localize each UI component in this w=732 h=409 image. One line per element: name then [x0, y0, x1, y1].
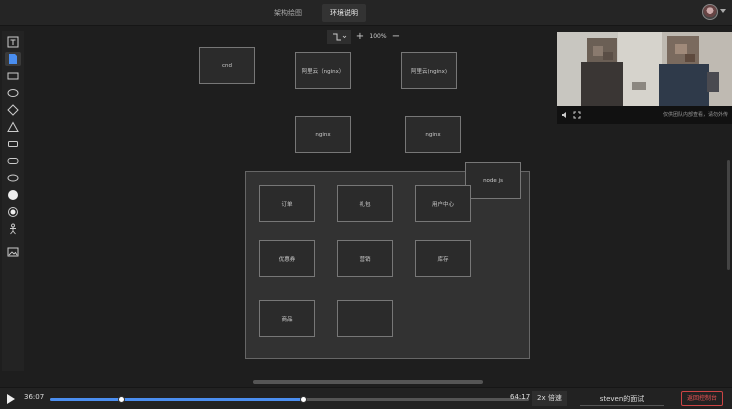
- text-tool[interactable]: [5, 35, 21, 49]
- node-aliyun-nginx-2[interactable]: 阿里云(nginx): [401, 52, 457, 89]
- webcam-feed: [557, 32, 732, 106]
- stick-figure-icon: [10, 223, 16, 235]
- tab-environment[interactable]: 环境说明: [322, 4, 366, 22]
- rectangle-tool[interactable]: [5, 69, 21, 83]
- progress-fill: [50, 398, 304, 401]
- node-nginx-1[interactable]: nginx: [295, 116, 351, 153]
- fullscreen-icon[interactable]: [573, 111, 581, 119]
- progress-track[interactable]: [50, 396, 529, 403]
- ellipse-tool[interactable]: [5, 86, 21, 100]
- node-inventory[interactable]: 库存: [415, 240, 471, 277]
- node-nodejs[interactable]: node js: [465, 162, 521, 199]
- image-icon: [7, 247, 19, 257]
- video-panel[interactable]: 仅供团队内部查看，请勿外传: [557, 32, 732, 124]
- node-aliyun-nginx-1[interactable]: 阿里云（nginx）: [295, 52, 351, 89]
- node-user-center[interactable]: 用户中心: [415, 185, 471, 222]
- top-bar: 架构绘图 环境说明: [0, 0, 732, 26]
- text-icon: [7, 36, 19, 48]
- return-console-button[interactable]: 返回控制台: [681, 391, 723, 406]
- page-icon: [9, 54, 17, 64]
- triangle-icon: [7, 121, 19, 132]
- vertical-scrollbar[interactable]: [727, 160, 730, 270]
- bookmark-marker[interactable]: [118, 396, 126, 403]
- blurred-body: [581, 62, 623, 106]
- rectangle-icon: [7, 72, 19, 80]
- node-product[interactable]: 商品: [259, 300, 315, 337]
- speed-button[interactable]: 2x 倍速: [532, 391, 567, 406]
- ring-circle-icon: [8, 207, 18, 217]
- avatar[interactable]: [702, 4, 718, 20]
- chevron-down-icon[interactable]: [720, 9, 726, 13]
- filled-circle-icon: [8, 190, 18, 200]
- current-time: 36:07: [24, 393, 45, 401]
- zoom-out-button[interactable]: −: [389, 30, 403, 44]
- rounded-rect-tool[interactable]: [5, 137, 21, 151]
- oval-icon: [7, 174, 19, 182]
- diamond-icon: [7, 104, 19, 116]
- connector-icon: [333, 33, 347, 41]
- app-window: 架构绘图 环境说明 + 100% − cnd 阿里云（nginx） 阿里云(ng…: [0, 0, 732, 409]
- horizontal-scrollbar[interactable]: [253, 380, 483, 384]
- oval-tool[interactable]: [5, 171, 21, 185]
- node-empty[interactable]: [337, 300, 393, 337]
- actor-tool[interactable]: [5, 222, 21, 236]
- page-tool[interactable]: [5, 52, 21, 66]
- node-coupon[interactable]: 优惠券: [259, 240, 315, 277]
- video-notice: 仅供团队内部查看，请勿外传: [662, 112, 728, 118]
- video-controls: 仅供团队内部查看，请勿外传: [557, 106, 732, 124]
- speaker-icon[interactable]: [561, 111, 569, 119]
- play-icon[interactable]: [7, 394, 15, 404]
- node-cnd[interactable]: cnd: [199, 47, 255, 84]
- tab-architecture[interactable]: 架构绘图: [266, 4, 310, 22]
- session-title: steven的面试: [580, 392, 664, 406]
- node-order[interactable]: 订单: [259, 185, 315, 222]
- diamond-tool[interactable]: [5, 103, 21, 117]
- ring-circle-tool[interactable]: [5, 205, 21, 219]
- capsule-tool[interactable]: [5, 154, 21, 168]
- node-marketing[interactable]: 营销: [337, 240, 393, 277]
- triangle-tool[interactable]: [5, 120, 21, 134]
- playback-bar: 36:07 64:17 2x 倍速 steven的面试 返回控制台: [0, 387, 732, 409]
- zoom-in-button[interactable]: +: [353, 30, 367, 44]
- image-tool[interactable]: [5, 245, 21, 259]
- zoom-level: 100%: [369, 33, 387, 40]
- node-nginx-2[interactable]: nginx: [405, 116, 461, 153]
- ellipse-icon: [7, 89, 19, 97]
- capsule-icon: [7, 158, 19, 164]
- total-time: 64:17: [510, 393, 531, 401]
- zoom-controls: + 100% −: [327, 30, 403, 44]
- blurred-body: [659, 64, 709, 106]
- rounded-rect-icon: [8, 141, 18, 147]
- node-gift[interactable]: 礼包: [337, 185, 393, 222]
- connector-style-button[interactable]: [327, 30, 351, 44]
- filled-circle-tool[interactable]: [5, 188, 21, 202]
- shape-toolbar: [2, 31, 24, 371]
- progress-handle[interactable]: [299, 396, 307, 403]
